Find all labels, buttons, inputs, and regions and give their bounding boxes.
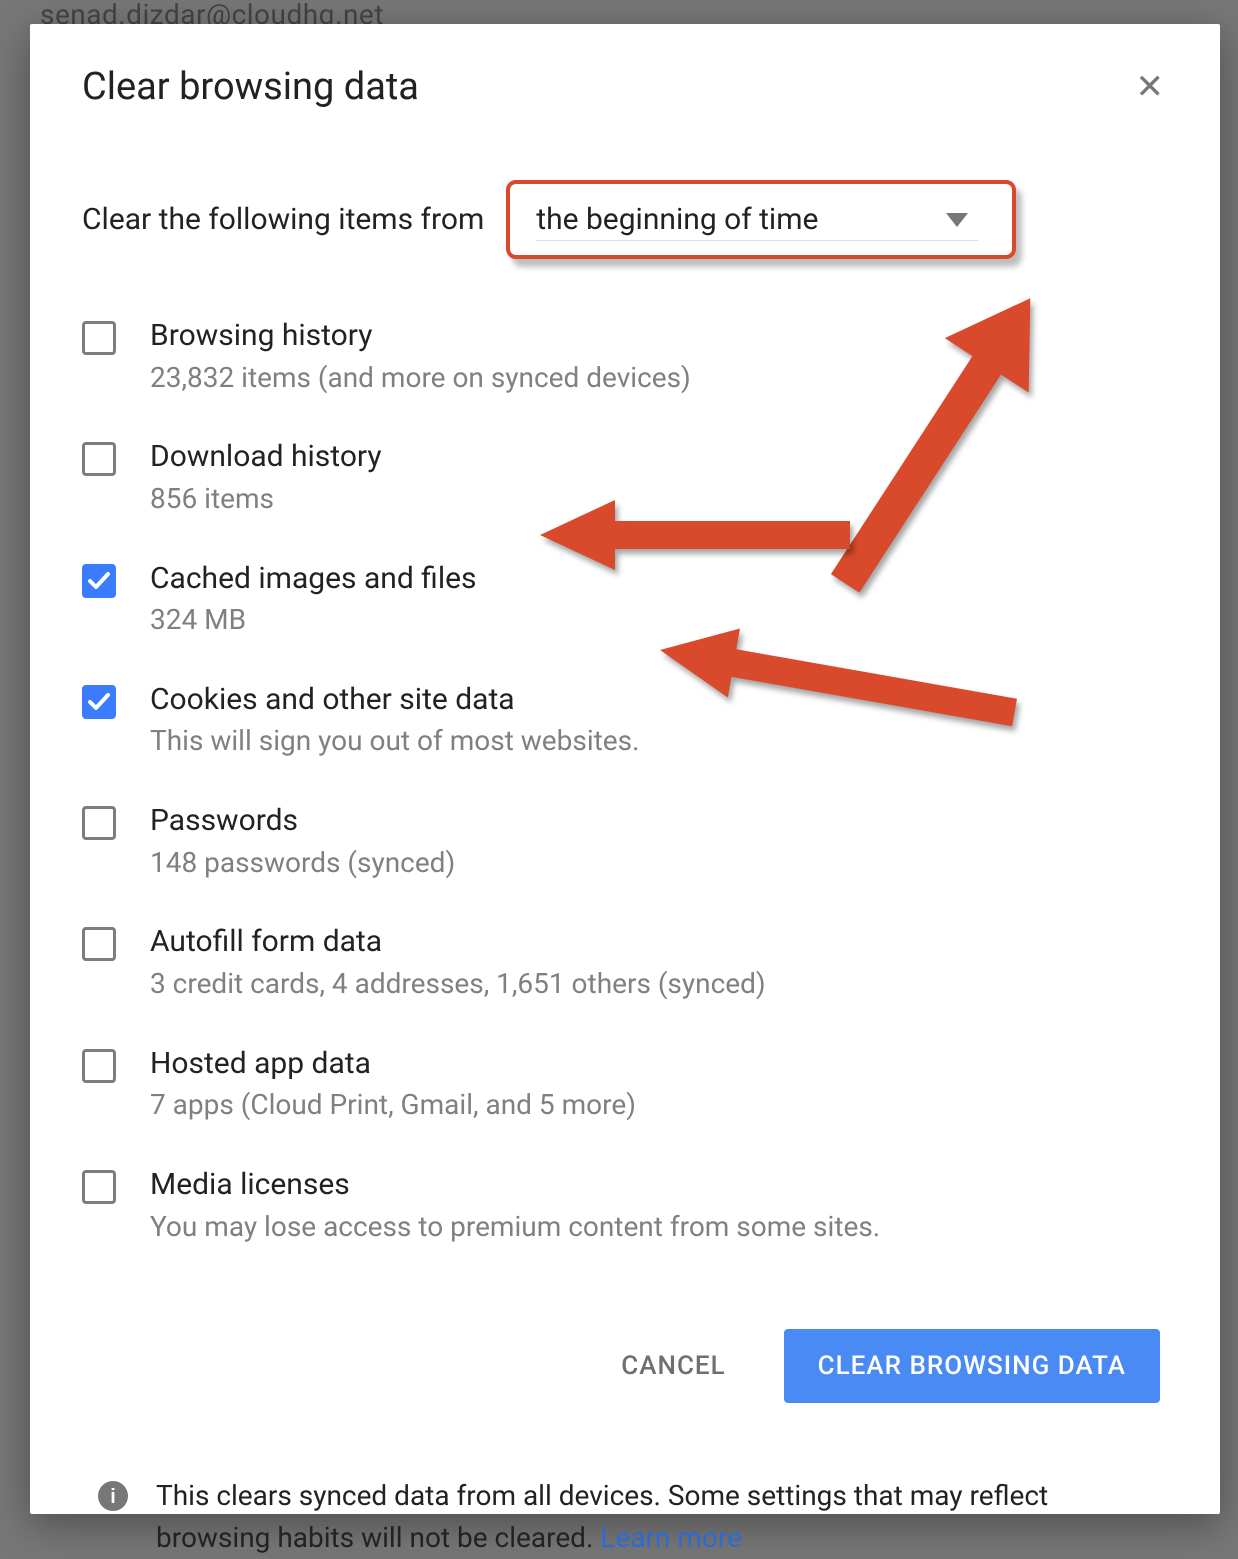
dialog-title: Clear browsing data <box>82 65 419 109</box>
cancel-button[interactable]: CANCEL <box>605 1331 741 1401</box>
dropdown-underline <box>536 240 978 241</box>
time-range-selected-value: the beginning of time <box>536 202 818 237</box>
close-icon: ✕ <box>1136 67 1165 107</box>
option-label: Download history <box>150 438 382 476</box>
time-range-dropdown[interactable]: the beginning of time <box>506 180 1016 259</box>
option-sublabel: 324 MB <box>150 601 477 639</box>
clear-browsing-data-dialog: Clear browsing data ✕ Clear the followin… <box>30 24 1220 1514</box>
option-cookies: Cookies and other site data This will si… <box>82 663 1180 784</box>
option-browsing-history: Browsing history 23,832 items (and more … <box>82 299 1180 420</box>
option-passwords: Passwords 148 passwords (synced) <box>82 784 1180 905</box>
option-label: Cookies and other site data <box>150 681 639 719</box>
footer-note: i This clears synced data from all devic… <box>98 1475 1160 1559</box>
checkbox-hosted-app[interactable] <box>82 1049 116 1083</box>
clear-browsing-data-button[interactable]: CLEAR BROWSING DATA <box>784 1329 1160 1403</box>
close-button[interactable]: ✕ <box>1126 64 1175 110</box>
option-label: Hosted app data <box>150 1045 636 1083</box>
chevron-down-icon <box>946 213 968 227</box>
option-text: Hosted app data 7 apps (Cloud Print, Gma… <box>150 1045 636 1124</box>
option-text: Browsing history 23,832 items (and more … <box>150 317 691 396</box>
option-text: Cached images and files 324 MB <box>150 560 477 639</box>
option-label: Cached images and files <box>150 560 477 598</box>
option-sublabel: 7 apps (Cloud Print, Gmail, and 5 more) <box>150 1086 636 1124</box>
checkbox-cached-images[interactable] <box>82 564 116 598</box>
option-hosted-app: Hosted app data 7 apps (Cloud Print, Gma… <box>82 1027 1180 1148</box>
option-sublabel: You may lose access to premium content f… <box>150 1208 880 1246</box>
option-text: Download history 856 items <box>150 438 382 517</box>
checkbox-media-licenses[interactable] <box>82 1170 116 1204</box>
option-media-licenses: Media licenses You may lose access to pr… <box>82 1148 1180 1269</box>
footer-text-wrap: This clears synced data from all devices… <box>156 1475 1160 1559</box>
option-sublabel: 148 passwords (synced) <box>150 844 455 882</box>
option-label: Media licenses <box>150 1166 880 1204</box>
option-sublabel: 856 items <box>150 480 382 518</box>
option-text: Autofill form data 3 credit cards, 4 add… <box>150 923 766 1002</box>
options-list: Browsing history 23,832 items (and more … <box>82 299 1180 1269</box>
option-text: Passwords 148 passwords (synced) <box>150 802 455 881</box>
option-download-history: Download history 856 items <box>82 420 1180 541</box>
option-label: Passwords <box>150 802 455 840</box>
checkbox-autofill[interactable] <box>82 927 116 961</box>
checkbox-cookies[interactable] <box>82 685 116 719</box>
option-label: Autofill form data <box>150 923 766 961</box>
checkbox-passwords[interactable] <box>82 806 116 840</box>
option-cached-images: Cached images and files 324 MB <box>82 542 1180 663</box>
svg-text:i: i <box>110 1486 116 1508</box>
learn-more-link[interactable]: Learn more <box>600 1521 742 1554</box>
dialog-actions: CANCEL CLEAR BROWSING DATA <box>70 1329 1160 1403</box>
option-sublabel: 23,832 items (and more on synced devices… <box>150 359 691 397</box>
option-autofill: Autofill form data 3 credit cards, 4 add… <box>82 905 1180 1026</box>
option-label: Browsing history <box>150 317 691 355</box>
option-text: Cookies and other site data This will si… <box>150 681 639 760</box>
option-sublabel: 3 credit cards, 4 addresses, 1,651 other… <box>150 965 766 1003</box>
dialog-header: Clear browsing data ✕ <box>82 64 1174 110</box>
checkbox-browsing-history[interactable] <box>82 321 116 355</box>
checkbox-download-history[interactable] <box>82 442 116 476</box>
time-range-label: Clear the following items from <box>82 202 484 237</box>
option-sublabel: This will sign you out of most websites. <box>150 722 639 760</box>
option-text: Media licenses You may lose access to pr… <box>150 1166 880 1245</box>
time-range-row: Clear the following items from the begin… <box>82 180 1180 259</box>
info-icon: i <box>98 1481 128 1511</box>
